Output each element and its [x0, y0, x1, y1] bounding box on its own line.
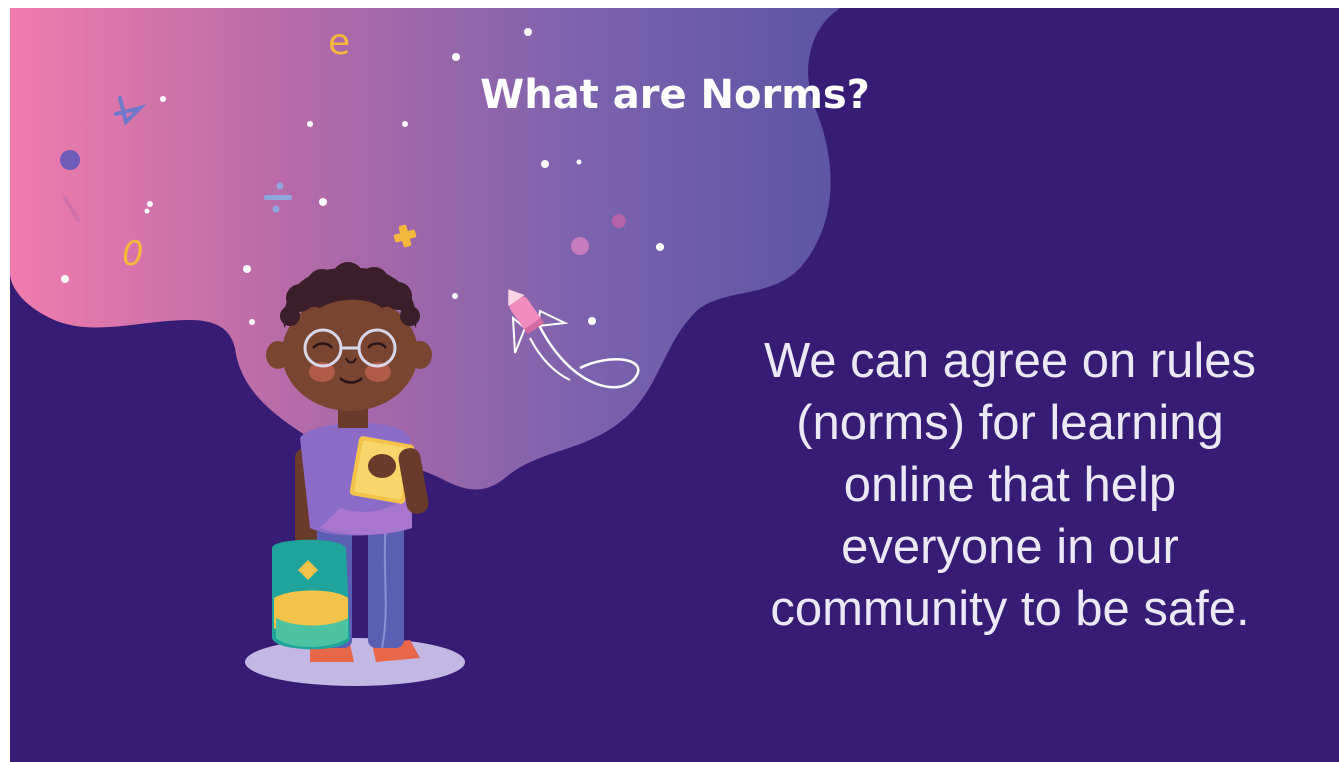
body-line: everyone in our — [841, 520, 1179, 574]
slide-title: What are Norms? — [480, 72, 870, 118]
slide: e 0 What are Norms? We can agree on rule… — [10, 8, 1339, 762]
letter-e-icon: e — [328, 22, 350, 63]
number-zero-icon: 0 — [122, 234, 144, 274]
body-line: online that help — [843, 458, 1177, 512]
body-line: We can agree on rules — [763, 334, 1257, 388]
body-line: community to be safe. — [770, 582, 1250, 636]
slide-body-text: We can agree on rules (norms) for learni… — [700, 330, 1320, 640]
body-line: (norms) for learning — [796, 396, 1224, 450]
